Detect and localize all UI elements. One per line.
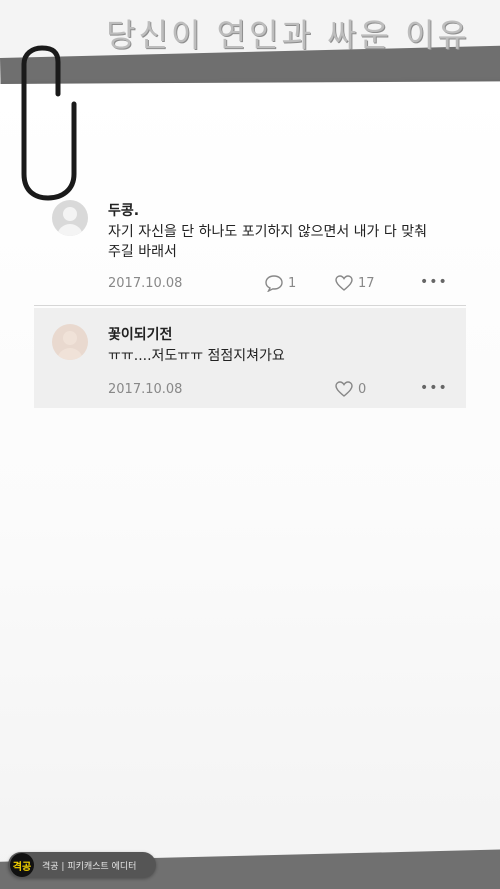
heart-icon	[335, 275, 353, 291]
paperclip-icon	[21, 45, 77, 201]
comment-nickname[interactable]: 꽃이되기전	[108, 324, 172, 344]
reply-button[interactable]: 1	[264, 274, 296, 292]
comment-item: 꽃이되기전 ㅠㅠ....저도ㅠㅠ 점점지쳐가요 2017.10.08 0 •••	[34, 308, 466, 408]
source-logo: 격공	[10, 853, 34, 877]
avatar-body	[57, 348, 83, 360]
source-badge[interactable]: 격공 격공 | 피키캐스트 에디터	[8, 852, 156, 878]
comment-text: 자기 자신을 단 하나도 포기하지 않으면서 내가 다 맞춰주길 바래서	[108, 224, 427, 260]
comment-date: 2017.10.08	[108, 276, 183, 291]
page: 당신이 연인과 싸운 이유 두콩. 자기 자신을 단 하나도 포기하지 않으면서…	[0, 0, 500, 889]
speech-bubble-icon	[265, 275, 283, 292]
avatar-head	[63, 207, 77, 221]
like-count: 17	[358, 275, 375, 291]
comment-divider	[34, 305, 466, 306]
like-button[interactable]: 17	[334, 274, 375, 292]
avatar[interactable]	[52, 200, 88, 236]
like-count: 0	[358, 381, 367, 397]
like-button[interactable]: 0	[334, 380, 366, 398]
avatar[interactable]	[52, 324, 88, 360]
avatar-body	[57, 224, 83, 236]
comment-nickname[interactable]: 두콩.	[108, 200, 139, 220]
comment-date: 2017.10.08	[108, 382, 183, 397]
reply-count: 1	[288, 275, 297, 291]
source-label: 격공 | 피키캐스트 에디터	[42, 861, 137, 872]
page-title: 당신이 연인과 싸운 이유	[106, 16, 470, 54]
avatar-head	[63, 331, 77, 345]
heart-icon	[335, 381, 353, 397]
more-options-icon[interactable]: •••	[420, 274, 448, 290]
more-options-icon[interactable]: •••	[420, 380, 448, 396]
comment-text: ㅠㅠ....저도ㅠㅠ 점점지쳐가요	[108, 348, 285, 364]
comment-item: 두콩. 자기 자신을 단 하나도 포기하지 않으면서 내가 다 맞춰주길 바래서…	[34, 196, 466, 304]
